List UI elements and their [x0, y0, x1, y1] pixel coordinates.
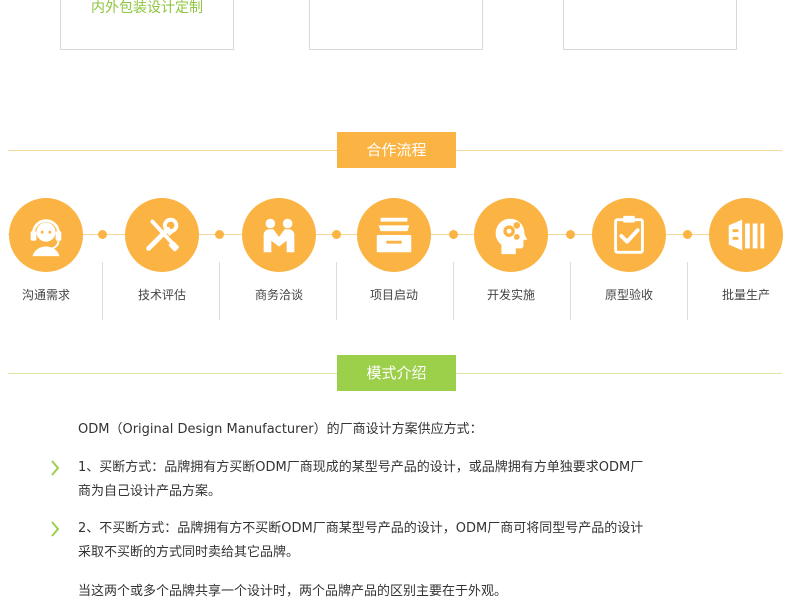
- process-step-communicate: 沟通需求: [9, 198, 83, 303]
- process-step-negotiation: 商务洽谈: [242, 198, 316, 303]
- mode-item-line: 商为自己设计产品方案。: [78, 484, 222, 499]
- production-icon: [709, 198, 783, 272]
- process-step-development: 开发实施: [474, 198, 548, 303]
- step-label: 项目启动: [369, 288, 418, 302]
- step-separator: [102, 262, 103, 320]
- step-label: 原型验收: [604, 288, 653, 302]
- top-service-box-2[interactable]: [309, 0, 483, 50]
- step-label: 商务洽谈: [254, 288, 303, 302]
- step-label: 技术评估: [137, 288, 186, 302]
- chevron-right-icon: [51, 521, 60, 537]
- flow-dot: [98, 230, 107, 239]
- top-box-label: 内外包装设计定制: [91, 0, 203, 16]
- mode-section-title: 模式介绍: [337, 355, 456, 391]
- process-step-mass-production: 批量生产: [709, 198, 783, 303]
- mode-item-non-buyout: 2、不买断方式：品牌拥有方不买断ODM厂商某型号产品的设计，ODM厂商可将同型号…: [78, 517, 643, 565]
- flow-dot: [215, 230, 224, 239]
- top-service-box-3[interactable]: [563, 0, 737, 50]
- mode-item-buyout: 1、买断方式：品牌拥有方买断ODM厂商现成的某型号产品的设计，或品牌拥有方单独要…: [78, 456, 643, 504]
- clipboard-check-icon: [592, 198, 666, 272]
- step-separator: [687, 262, 688, 320]
- flow-dot: [332, 230, 341, 239]
- mode-item-line: 2、不买断方式：品牌拥有方不买断ODM厂商某型号产品的设计，ODM厂商可将同型号…: [78, 521, 644, 536]
- mode-item-line: 1、买断方式：品牌拥有方买断ODM厂商现成的某型号产品的设计，或品牌拥有方单独要…: [78, 460, 644, 475]
- process-step-project-start: 项目启动: [357, 198, 431, 303]
- step-label: 批量生产: [721, 288, 770, 302]
- headset-icon: [9, 198, 83, 272]
- flow-dot: [683, 230, 692, 239]
- step-separator: [219, 262, 220, 320]
- step-separator: [453, 262, 454, 320]
- handshake-icon: [242, 198, 316, 272]
- mode-intro: ODM（Original Design Manufacturer）的厂商设计方案…: [78, 422, 483, 437]
- tools-icon: [125, 198, 199, 272]
- process-step-tech-evaluation: 技术评估: [125, 198, 199, 303]
- mode-footer-note: 当这两个或多个品牌共享一个设计时，两个品牌产品的区别主要在于外观。: [78, 584, 508, 599]
- top-service-box-1[interactable]: 内外包装设计定制: [60, 0, 234, 50]
- process-step-prototype-acceptance: 原型验收: [592, 198, 666, 303]
- step-label: 沟通需求: [21, 288, 70, 302]
- gear-head-icon: [474, 198, 548, 272]
- step-separator: [570, 262, 571, 320]
- step-separator: [336, 262, 337, 320]
- step-label: 开发实施: [486, 288, 535, 302]
- mode-item-line: 采取不买断的方式同时卖给其它品牌。: [78, 545, 300, 560]
- flow-dot: [566, 230, 575, 239]
- flow-dot: [449, 230, 458, 239]
- chevron-right-icon: [51, 460, 60, 476]
- tray-icon: [357, 198, 431, 272]
- process-section-title: 合作流程: [337, 132, 456, 168]
